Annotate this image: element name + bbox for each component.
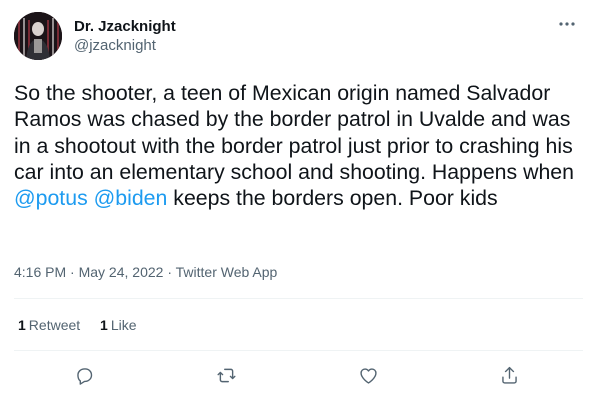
share-button[interactable]	[497, 363, 521, 387]
more-dots-icon	[559, 22, 575, 26]
likes-stat[interactable]: 1 Like	[100, 316, 136, 334]
divider	[14, 298, 583, 299]
tweet-card: Dr. Jzacknight @jzacknight So the shoote…	[0, 0, 597, 403]
action-bar	[0, 360, 597, 390]
heart-icon	[359, 367, 377, 384]
tweet-source[interactable]: Twitter Web App	[176, 264, 278, 280]
reply-button[interactable]	[72, 363, 96, 387]
tweet-date[interactable]: May 24, 2022	[79, 264, 164, 280]
reply-icon	[76, 367, 92, 385]
tweet-text: So the shooter, a teen of Mexican origin…	[14, 80, 584, 211]
retweet-button[interactable]	[214, 363, 238, 387]
tweet-metadata: 4:16 PM · May 24, 2022 · Twitter Web App	[14, 263, 277, 281]
mention-biden[interactable]: @biden	[94, 186, 168, 210]
avatar[interactable]	[14, 12, 62, 60]
retweets-count: 1	[18, 317, 26, 333]
divider	[14, 350, 583, 351]
mention-potus[interactable]: @potus	[14, 186, 88, 210]
retweet-icon	[216, 368, 236, 382]
tweet-text-main: So the shooter, a teen of Mexican origin…	[14, 81, 574, 184]
retweets-stat[interactable]: 1 Retweet	[18, 316, 80, 334]
tweet-time[interactable]: 4:16 PM	[14, 264, 66, 280]
likes-label: Like	[110, 317, 137, 333]
share-icon	[501, 366, 517, 384]
display-name[interactable]: Dr. Jzacknight	[74, 18, 176, 36]
meta-separator: ·	[66, 264, 79, 280]
tweet-header: Dr. Jzacknight @jzacknight	[14, 12, 583, 62]
likes-count: 1	[100, 317, 108, 333]
handle[interactable]: @jzacknight	[74, 37, 176, 55]
engagement-stats: 1 Retweet 1 Like	[18, 316, 153, 334]
like-button[interactable]	[356, 363, 380, 387]
meta-separator-2: ·	[163, 264, 176, 280]
tweet-text-end: keeps the borders open. Poor kids	[167, 186, 498, 211]
more-options-button[interactable]	[557, 14, 577, 34]
retweets-label: Retweet	[28, 317, 81, 333]
avatar-image	[14, 12, 62, 60]
author-info: Dr. Jzacknight @jzacknight	[74, 18, 176, 55]
